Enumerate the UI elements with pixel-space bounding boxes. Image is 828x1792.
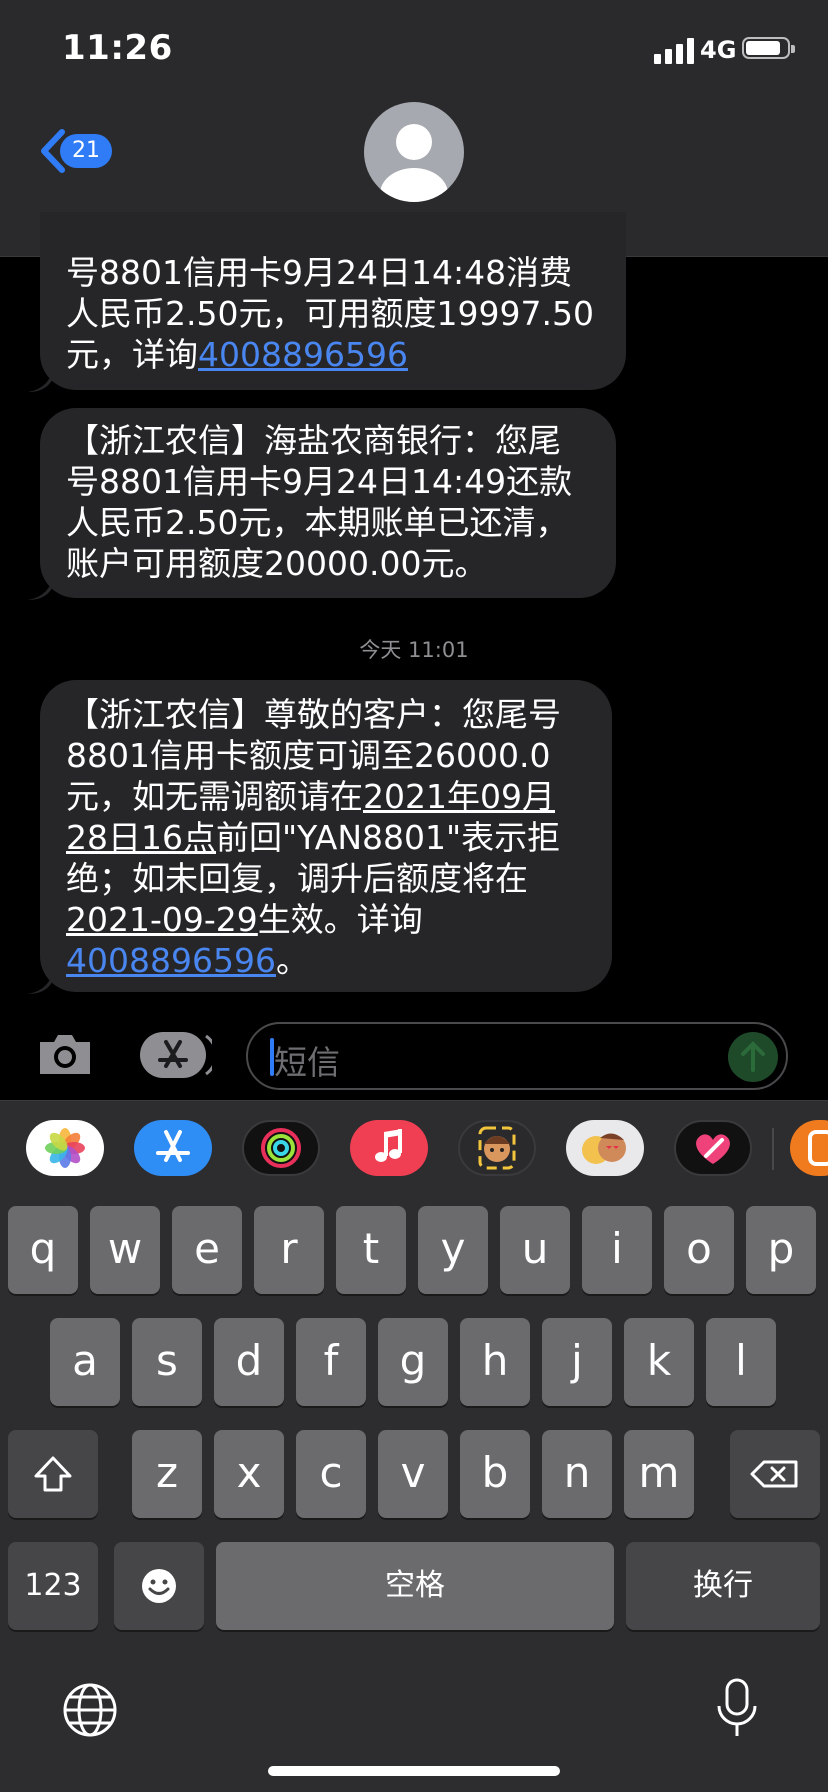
key-m[interactable]: m: [624, 1430, 694, 1518]
key-u[interactable]: u: [500, 1206, 570, 1294]
input-placeholder: 短信: [274, 1043, 340, 1082]
phone-link[interactable]: 4008896596: [198, 335, 408, 374]
backspace-icon: [750, 1460, 798, 1488]
key-k[interactable]: k: [624, 1318, 694, 1406]
key-c[interactable]: c: [296, 1430, 366, 1518]
return-key[interactable]: 换行: [626, 1542, 820, 1630]
message-bubble[interactable]: 号8801信用卡9月24日14:48消费人民币2.50元，可用额度19997.5…: [40, 212, 626, 390]
message-timestamp: 今天 11:01: [359, 638, 469, 662]
bubble-tail: [28, 574, 54, 600]
shift-key[interactable]: [8, 1430, 98, 1518]
status-time: 11:26: [62, 28, 173, 68]
phone-link[interactable]: 4008896596: [66, 941, 276, 980]
contact-avatar[interactable]: [364, 102, 464, 202]
key-f[interactable]: f: [296, 1318, 366, 1406]
key-a[interactable]: a: [50, 1318, 120, 1406]
message-text: 生效。详询: [257, 900, 423, 939]
key-w[interactable]: w: [90, 1206, 160, 1294]
key-p[interactable]: p: [746, 1206, 816, 1294]
app-store-icon[interactable]: [134, 1120, 212, 1176]
microphone-icon[interactable]: [712, 1676, 762, 1742]
send-button[interactable]: [728, 1032, 778, 1082]
battery-icon: [742, 37, 795, 59]
home-indicator[interactable]: [268, 1766, 560, 1776]
key-v[interactable]: v: [378, 1430, 448, 1518]
key-t[interactable]: t: [336, 1206, 406, 1294]
message-input[interactable]: 短信: [246, 1022, 788, 1090]
key-z[interactable]: z: [132, 1430, 202, 1518]
key-h[interactable]: h: [460, 1318, 530, 1406]
bubble-tail: [28, 366, 54, 392]
more-app-icon[interactable]: [790, 1120, 828, 1176]
space-key[interactable]: 空格: [216, 1542, 614, 1630]
emoji-key[interactable]: [114, 1542, 204, 1630]
activity-icon[interactable]: [242, 1120, 320, 1176]
date-link[interactable]: 2021-09-29: [66, 900, 258, 939]
globe-icon[interactable]: [60, 1680, 120, 1740]
shift-icon: [34, 1456, 72, 1492]
key-g[interactable]: g: [378, 1318, 448, 1406]
message-text: 【浙江农信】海盐农商银行：您尾号8801信用卡9月24日14:49还款人民币2.…: [66, 421, 573, 583]
key-b[interactable]: b: [460, 1430, 530, 1518]
emoji-icon: [142, 1569, 176, 1603]
key-j[interactable]: j: [542, 1318, 612, 1406]
message-bubble[interactable]: 【浙江农信】海盐农商银行：您尾号8801信用卡9月24日14:49还款人民币2.…: [40, 408, 616, 598]
back-button[interactable]: 21: [30, 126, 114, 176]
key-l[interactable]: l: [706, 1318, 776, 1406]
numbers-key[interactable]: 123: [8, 1542, 98, 1630]
key-s[interactable]: s: [132, 1318, 202, 1406]
photos-icon[interactable]: [26, 1120, 104, 1176]
memoji-icon[interactable]: [458, 1120, 536, 1176]
unread-count-badge: 21: [60, 134, 112, 168]
animoji-icon[interactable]: [566, 1120, 644, 1176]
delete-key[interactable]: [730, 1430, 820, 1518]
key-y[interactable]: y: [418, 1206, 488, 1294]
digital-touch-icon[interactable]: [674, 1120, 752, 1176]
key-d[interactable]: d: [214, 1318, 284, 1406]
key-e[interactable]: e: [172, 1206, 242, 1294]
key-i[interactable]: i: [582, 1206, 652, 1294]
app-store-icon: [140, 1032, 218, 1078]
network-label: 4G: [700, 36, 737, 64]
apps-button[interactable]: [138, 1030, 218, 1080]
camera-icon[interactable]: [36, 1030, 94, 1078]
bubble-tail: [28, 968, 54, 994]
key-n[interactable]: n: [542, 1430, 612, 1518]
key-r[interactable]: r: [254, 1206, 324, 1294]
key-x[interactable]: x: [214, 1430, 284, 1518]
arrow-up-icon: [741, 1041, 765, 1072]
key-o[interactable]: o: [664, 1206, 734, 1294]
message-bubble[interactable]: 【浙江农信】尊敬的客户：您尾号8801信用卡额度可调至26000.0元，如无需调…: [40, 680, 612, 992]
key-q[interactable]: q: [8, 1206, 78, 1294]
person-icon: [380, 124, 448, 202]
music-icon[interactable]: [350, 1120, 428, 1176]
signal-icon: [654, 38, 694, 64]
message-text: 。: [275, 941, 309, 980]
strip-divider: [772, 1128, 774, 1170]
